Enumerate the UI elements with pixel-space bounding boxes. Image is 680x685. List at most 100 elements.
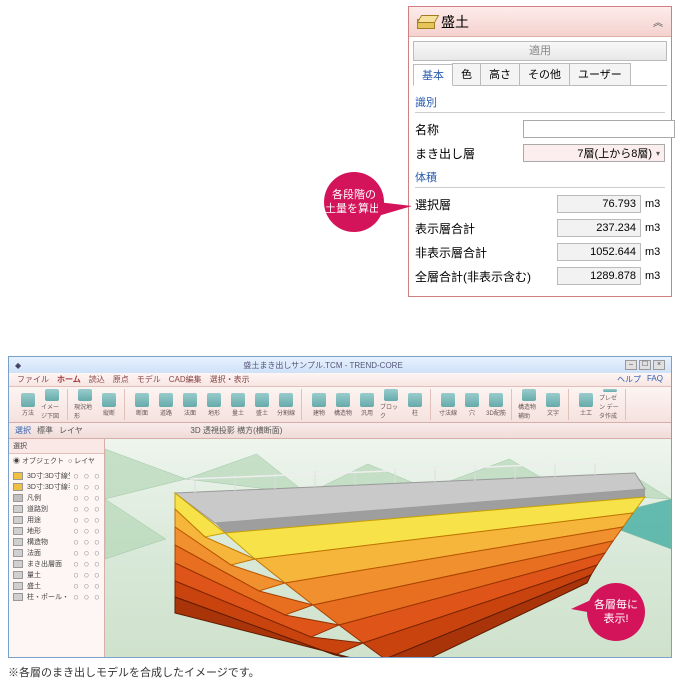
toggle-dots[interactable]: ○ ○ ○ <box>74 571 100 579</box>
menu-item[interactable]: ファイル <box>17 374 49 385</box>
tool-icon <box>603 389 617 392</box>
side-row[interactable]: 構造物○ ○ ○ <box>9 536 104 547</box>
menu-item[interactable]: CAD編集 <box>169 374 202 385</box>
panel-header[interactable]: 盛土 ︽ <box>409 7 671 37</box>
name-label: 名称 <box>415 121 519 138</box>
app-title: 盛土まき出しサンプル.TCM - TREND-CORE <box>27 360 619 371</box>
ribbon-button[interactable]: 寸法線 <box>437 389 459 420</box>
side-row[interactable]: 法面○ ○ ○ <box>9 547 104 558</box>
layer-dropdown[interactable]: 7層(上から8層) ▾ <box>523 144 665 162</box>
side-row-label: まき出層面 <box>27 559 70 569</box>
side-row[interactable]: 地形○ ○ ○ <box>9 525 104 536</box>
layer-chip[interactable]: レイヤ <box>59 425 83 436</box>
ribbon-button[interactable]: 道路 <box>155 389 177 420</box>
name-input[interactable] <box>523 120 675 138</box>
side-row[interactable]: 用途○ ○ ○ <box>9 514 104 525</box>
ribbon-button[interactable]: 法面 <box>179 389 201 420</box>
ribbon-button[interactable]: 現況地形 <box>74 389 96 420</box>
ribbon-button[interactable]: ブロック <box>380 389 402 420</box>
tool-icon <box>255 393 269 407</box>
tab-other[interactable]: その他 <box>519 63 570 85</box>
ribbon-button[interactable]: 断面 <box>131 389 153 420</box>
menu-item[interactable]: モデル <box>137 374 161 385</box>
radio-layer[interactable]: ○ レイヤ <box>68 456 95 466</box>
properties-panel: 盛土 ︽ 適用 基本 色 高さ その他 ユーザー 識別 名称 まき出し層 7層(… <box>408 6 672 297</box>
color-swatch <box>13 582 23 590</box>
ribbon-button[interactable]: イメージ下図 <box>41 389 63 420</box>
toggle-dots[interactable]: ○ ○ ○ <box>74 538 100 546</box>
ribbon-button[interactable]: 穴 <box>461 389 483 420</box>
ribbon-group: 現況地形縦断 <box>70 389 125 420</box>
select-mode[interactable]: 選択 <box>15 425 31 436</box>
ribbon-button[interactable]: 地形 <box>203 389 225 420</box>
tool-icon <box>78 389 92 401</box>
tab-user[interactable]: ユーザー <box>569 63 631 85</box>
viewport-3d[interactable]: 各層毎に表示! <box>105 439 671 657</box>
ribbon-button[interactable]: 量土 <box>227 389 249 420</box>
ribbon-button[interactable]: 柱 <box>404 389 426 420</box>
side-row[interactable]: 3D寸:3D寸線生○ ○ ○ <box>9 470 104 481</box>
ribbon-group: 寸法線穴3D配筋 <box>433 389 512 420</box>
ribbon-button[interactable]: 構造物補助 <box>518 389 540 420</box>
sub-toolbar: 選択 標準 レイヤ 3D 透視投影 横方(横断面) <box>9 423 671 439</box>
ribbon-button[interactable]: 汎用 <box>356 389 378 420</box>
toggle-dots[interactable]: ○ ○ ○ <box>74 494 100 502</box>
volume-label: 選択層 <box>415 196 557 213</box>
radio-object[interactable]: ◉ オブジェクト <box>13 456 64 466</box>
toggle-dots[interactable]: ○ ○ ○ <box>74 527 100 535</box>
ribbon: 方法イメージ下図現況地形縦断断面道路法面地形量土盛土分割線建物構造物汎用ブロック… <box>9 387 671 423</box>
toggle-dots[interactable]: ○ ○ ○ <box>74 593 100 601</box>
tab-color[interactable]: 色 <box>452 63 481 85</box>
menu-item[interactable]: ホーム <box>57 374 81 385</box>
ribbon-button[interactable]: 方法 <box>17 389 39 420</box>
view-tab[interactable]: 3D 透視投影 横方(横断面) <box>190 425 282 436</box>
side-row-label: 凡例 <box>27 493 70 503</box>
side-row[interactable]: 3D寸:3D寸線手○ ○ ○ <box>9 481 104 492</box>
side-row[interactable]: 量土○ ○ ○ <box>9 569 104 580</box>
callout-calculate-volume: 各段階の土量を算出! <box>324 172 410 226</box>
menu-item[interactable]: 読込 <box>89 374 105 385</box>
apply-button[interactable]: 適用 <box>413 41 667 61</box>
maximize-button[interactable]: ☐ <box>639 360 651 370</box>
titlebar[interactable]: ◆ 盛土まき出しサンプル.TCM - TREND-CORE – ☐ × <box>9 357 671 373</box>
ribbon-button[interactable]: 土工 <box>575 389 597 420</box>
toggle-dots[interactable]: ○ ○ ○ <box>74 549 100 557</box>
tool-icon <box>465 393 479 407</box>
side-row[interactable]: まき出層面 ○ ○ ○ <box>9 558 104 569</box>
ribbon-button[interactable]: 縦断 <box>98 389 120 420</box>
ribbon-button[interactable]: プレゼン データ作成 <box>599 389 621 420</box>
callout-text-bottom: 各層毎に表示! <box>587 583 645 641</box>
mode-standard[interactable]: 標準 <box>37 425 53 436</box>
color-swatch <box>13 560 23 568</box>
ribbon-group: 建物構造物汎用ブロック柱 <box>304 389 431 420</box>
ribbon-button[interactable]: 盛土 <box>251 389 273 420</box>
ribbon-button[interactable]: 文字 <box>542 389 564 420</box>
menu-item[interactable]: 原点 <box>113 374 129 385</box>
tool-icon <box>279 393 293 407</box>
toggle-dots[interactable]: ○ ○ ○ <box>74 560 100 568</box>
collapse-icon[interactable]: ︽ <box>653 14 663 29</box>
toggle-dots[interactable]: ○ ○ ○ <box>74 472 100 480</box>
ribbon-group: 土工プレゼン データ作成 <box>571 389 626 420</box>
close-button[interactable]: × <box>653 360 665 370</box>
side-row[interactable]: 盛土○ ○ ○ <box>9 580 104 591</box>
help-link[interactable]: ヘルプ <box>617 374 641 385</box>
faq-link[interactable]: FAQ <box>647 374 663 385</box>
side-row[interactable]: 道路別○ ○ ○ <box>9 503 104 514</box>
side-row[interactable]: 凡例 ○ ○ ○ <box>9 492 104 503</box>
ribbon-button[interactable]: 3D配筋 <box>485 389 507 420</box>
toggle-dots[interactable]: ○ ○ ○ <box>74 516 100 524</box>
toggle-dots[interactable]: ○ ○ ○ <box>74 582 100 590</box>
tab-height[interactable]: 高さ <box>480 63 520 85</box>
menu-item[interactable]: 選択・表示 <box>210 374 250 385</box>
toggle-dots[interactable]: ○ ○ ○ <box>74 483 100 491</box>
ribbon-button[interactable]: 構造物 <box>332 389 354 420</box>
ribbon-button[interactable]: 分割線 <box>275 389 297 420</box>
tab-basic[interactable]: 基本 <box>413 64 453 86</box>
toggle-dots[interactable]: ○ ○ ○ <box>74 505 100 513</box>
minimize-button[interactable]: – <box>625 360 637 370</box>
side-row[interactable]: 柱・ポール・レール○ ○ ○ <box>9 591 104 602</box>
ribbon-button[interactable]: 建物 <box>308 389 330 420</box>
volume-value: 1289.878 <box>557 267 641 285</box>
tool-icon <box>546 393 560 407</box>
